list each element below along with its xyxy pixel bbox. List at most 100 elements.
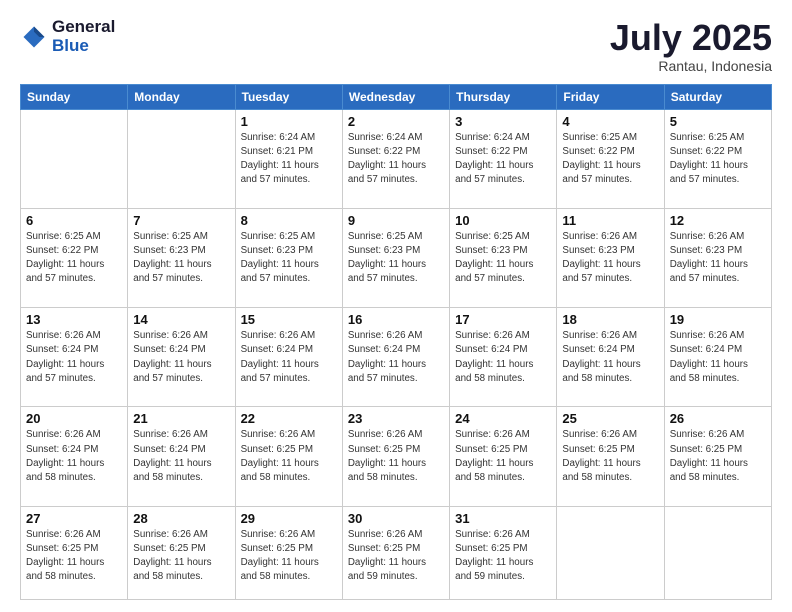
day-number: 2	[348, 114, 444, 129]
day-number: 6	[26, 213, 122, 228]
header-wednesday: Wednesday	[342, 84, 449, 109]
day-info: Sunrise: 6:26 AM Sunset: 6:24 PM Dayligh…	[455, 329, 551, 386]
month-title: July 2025	[610, 18, 772, 58]
day-info: Sunrise: 6:25 AM Sunset: 6:23 PM Dayligh…	[241, 230, 337, 287]
title-block: July 2025 Rantau, Indonesia	[610, 18, 772, 74]
table-row: 30 Sunrise: 6:26 AM Sunset: 6:25 PM Dayli…	[342, 506, 449, 599]
day-info: Sunrise: 6:25 AM Sunset: 6:22 PM Dayligh…	[670, 131, 766, 188]
day-number: 31	[455, 511, 551, 526]
table-row: 9 Sunrise: 6:25 AM Sunset: 6:23 PM Daylig…	[342, 208, 449, 307]
day-info: Sunrise: 6:26 AM Sunset: 6:23 PM Dayligh…	[562, 230, 658, 287]
day-info: Sunrise: 6:25 AM Sunset: 6:22 PM Dayligh…	[562, 131, 658, 188]
day-info: Sunrise: 6:26 AM Sunset: 6:25 PM Dayligh…	[455, 528, 551, 585]
header-saturday: Saturday	[664, 84, 771, 109]
calendar-week-row: 27 Sunrise: 6:26 AM Sunset: 6:25 PM Dayli…	[21, 506, 772, 599]
header-thursday: Thursday	[450, 84, 557, 109]
header-sunday: Sunday	[21, 84, 128, 109]
day-info: Sunrise: 6:26 AM Sunset: 6:24 PM Dayligh…	[241, 329, 337, 386]
calendar-week-row: 13 Sunrise: 6:26 AM Sunset: 6:24 PM Dayli…	[21, 308, 772, 407]
day-number: 14	[133, 312, 229, 327]
table-row: 18 Sunrise: 6:26 AM Sunset: 6:24 PM Dayli…	[557, 308, 664, 407]
table-row: 25 Sunrise: 6:26 AM Sunset: 6:25 PM Dayli…	[557, 407, 664, 506]
day-number: 7	[133, 213, 229, 228]
calendar-table: Sunday Monday Tuesday Wednesday Thursday…	[20, 84, 772, 600]
day-number: 3	[455, 114, 551, 129]
day-info: Sunrise: 6:25 AM Sunset: 6:23 PM Dayligh…	[455, 230, 551, 287]
day-number: 12	[670, 213, 766, 228]
table-row: 10 Sunrise: 6:25 AM Sunset: 6:23 PM Dayli…	[450, 208, 557, 307]
table-row: 26Sunrise: 6:26 AM Sunset: 6:25 PM Dayli…	[664, 407, 771, 506]
calendar-week-row: 20 Sunrise: 6:26 AM Sunset: 6:24 PM Dayli…	[21, 407, 772, 506]
day-number: 28	[133, 511, 229, 526]
table-row: 29 Sunrise: 6:26 AM Sunset: 6:25 PM Dayli…	[235, 506, 342, 599]
day-info: Sunrise: 6:26 AM Sunset: 6:25 PM Dayligh…	[348, 528, 444, 585]
table-row: 20Sunrise: 6:26 AM Sunset: 6:24 PM Dayli…	[21, 407, 128, 506]
day-info: Sunrise: 6:26 AM Sunset: 6:23 PM Dayligh…	[670, 230, 766, 287]
day-info: Sunrise: 6:26 AM Sunset: 6:25 PM Dayligh…	[562, 428, 658, 485]
day-number: 26	[670, 411, 766, 426]
table-row: 2 Sunrise: 6:24 AM Sunset: 6:22 PM Daylig…	[342, 109, 449, 208]
day-number: 27	[26, 511, 122, 526]
day-info: Sunrise: 6:26 AM Sunset: 6:25 PM Dayligh…	[133, 528, 229, 585]
table-row: 5Sunrise: 6:25 AM Sunset: 6:22 PM Daylig…	[664, 109, 771, 208]
day-number: 30	[348, 511, 444, 526]
table-row: 22Sunrise: 6:26 AM Sunset: 6:25 PM Dayli…	[235, 407, 342, 506]
day-info: Sunrise: 6:26 AM Sunset: 6:25 PM Dayligh…	[348, 428, 444, 485]
header: General Blue July 2025 Rantau, Indonesia	[20, 18, 772, 74]
day-number: 9	[348, 213, 444, 228]
table-row: 21Sunrise: 6:26 AM Sunset: 6:24 PM Dayli…	[128, 407, 235, 506]
day-info: Sunrise: 6:26 AM Sunset: 6:24 PM Dayligh…	[348, 329, 444, 386]
table-row: 1Sunrise: 6:24 AM Sunset: 6:21 PM Daylig…	[235, 109, 342, 208]
table-row: 3 Sunrise: 6:24 AM Sunset: 6:22 PM Daylig…	[450, 109, 557, 208]
day-info: Sunrise: 6:24 AM Sunset: 6:22 PM Dayligh…	[348, 131, 444, 188]
table-row: 19 Sunrise: 6:26 AM Sunset: 6:24 PM Dayli…	[664, 308, 771, 407]
day-info: Sunrise: 6:26 AM Sunset: 6:24 PM Dayligh…	[562, 329, 658, 386]
day-info: Sunrise: 6:26 AM Sunset: 6:24 PM Dayligh…	[670, 329, 766, 386]
day-info: Sunrise: 6:26 AM Sunset: 6:25 PM Dayligh…	[26, 528, 122, 585]
logo: General Blue	[20, 18, 115, 55]
day-info: Sunrise: 6:25 AM Sunset: 6:23 PM Dayligh…	[348, 230, 444, 287]
header-monday: Monday	[128, 84, 235, 109]
day-info: Sunrise: 6:26 AM Sunset: 6:24 PM Dayligh…	[26, 329, 122, 386]
day-number: 11	[562, 213, 658, 228]
table-row: 8Sunrise: 6:25 AM Sunset: 6:23 PM Daylig…	[235, 208, 342, 307]
day-number: 29	[241, 511, 337, 526]
logo-general: General	[52, 17, 115, 36]
table-row	[664, 506, 771, 599]
day-number: 25	[562, 411, 658, 426]
logo-blue: Blue	[52, 36, 89, 55]
day-number: 17	[455, 312, 551, 327]
day-info: Sunrise: 6:26 AM Sunset: 6:24 PM Dayligh…	[133, 428, 229, 485]
day-info: Sunrise: 6:26 AM Sunset: 6:25 PM Dayligh…	[455, 428, 551, 485]
day-number: 18	[562, 312, 658, 327]
day-number: 15	[241, 312, 337, 327]
logo-text: General Blue	[52, 18, 115, 55]
day-info: Sunrise: 6:25 AM Sunset: 6:23 PM Dayligh…	[133, 230, 229, 287]
table-row: 15 Sunrise: 6:26 AM Sunset: 6:24 PM Dayli…	[235, 308, 342, 407]
day-number: 20	[26, 411, 122, 426]
table-row: 4Sunrise: 6:25 AM Sunset: 6:22 PM Daylig…	[557, 109, 664, 208]
day-number: 10	[455, 213, 551, 228]
calendar-week-row: 1Sunrise: 6:24 AM Sunset: 6:21 PM Daylig…	[21, 109, 772, 208]
calendar-header-row: Sunday Monday Tuesday Wednesday Thursday…	[21, 84, 772, 109]
table-row: 16Sunrise: 6:26 AM Sunset: 6:24 PM Dayli…	[342, 308, 449, 407]
page: General Blue July 2025 Rantau, Indonesia…	[0, 0, 792, 612]
table-row: 28 Sunrise: 6:26 AM Sunset: 6:25 PM Dayli…	[128, 506, 235, 599]
table-row: 14Sunrise: 6:26 AM Sunset: 6:24 PM Dayli…	[128, 308, 235, 407]
table-row: 24 Sunrise: 6:26 AM Sunset: 6:25 PM Dayli…	[450, 407, 557, 506]
day-number: 24	[455, 411, 551, 426]
header-tuesday: Tuesday	[235, 84, 342, 109]
table-row	[557, 506, 664, 599]
table-row	[21, 109, 128, 208]
day-number: 13	[26, 312, 122, 327]
day-info: Sunrise: 6:26 AM Sunset: 6:25 PM Dayligh…	[241, 528, 337, 585]
location-subtitle: Rantau, Indonesia	[610, 58, 772, 74]
table-row: 27 Sunrise: 6:26 AM Sunset: 6:25 PM Dayli…	[21, 506, 128, 599]
logo-icon	[20, 23, 48, 51]
day-info: Sunrise: 6:26 AM Sunset: 6:25 PM Dayligh…	[241, 428, 337, 485]
table-row: 6 Sunrise: 6:25 AM Sunset: 6:22 PM Daylig…	[21, 208, 128, 307]
day-info: Sunrise: 6:24 AM Sunset: 6:22 PM Dayligh…	[455, 131, 551, 188]
day-number: 19	[670, 312, 766, 327]
day-info: Sunrise: 6:25 AM Sunset: 6:22 PM Dayligh…	[26, 230, 122, 287]
table-row: 13 Sunrise: 6:26 AM Sunset: 6:24 PM Dayli…	[21, 308, 128, 407]
